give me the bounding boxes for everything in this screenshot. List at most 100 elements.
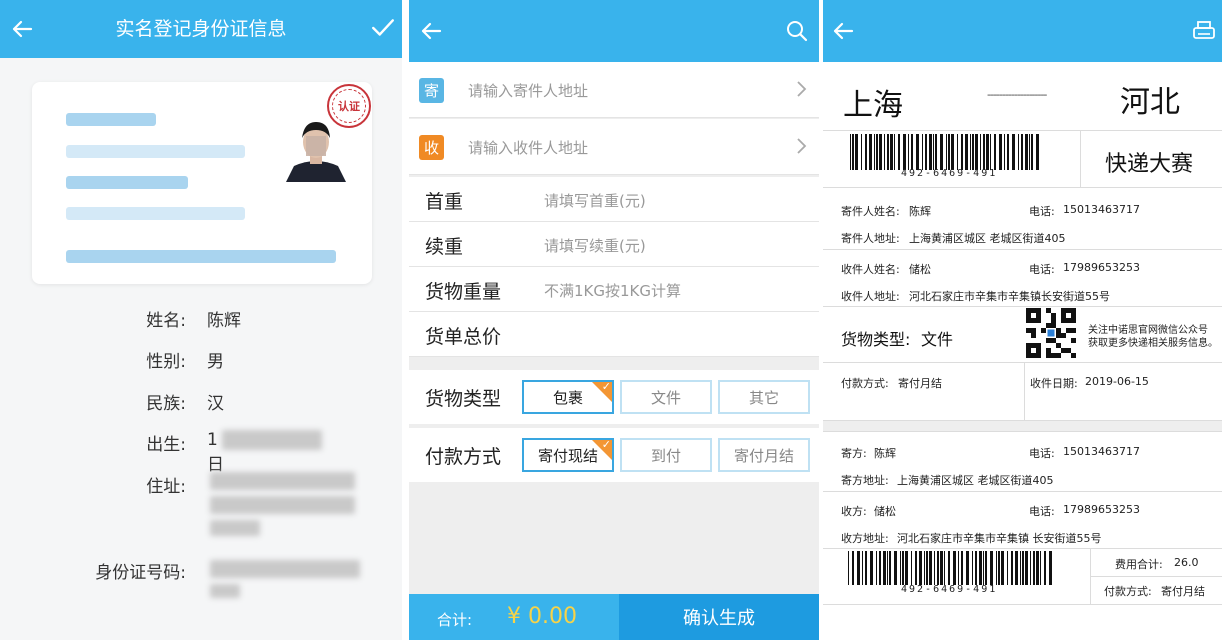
redacted-birth	[222, 430, 322, 450]
option-label: 到付	[650, 446, 681, 465]
barcode-stripe	[980, 134, 981, 170]
brand-name: 快递大赛	[1105, 152, 1194, 177]
barcode-stripe	[852, 551, 854, 585]
barcode-stripe	[890, 134, 893, 170]
barcode-stripe	[1007, 134, 1009, 170]
barcode-stripe	[934, 551, 935, 585]
barcode-stripe	[887, 551, 888, 585]
receiver-address-input[interactable]: 请输入收件人地址	[468, 137, 588, 158]
barcode-stripe	[916, 134, 919, 170]
stub-sender-phone: 15013463717	[1063, 445, 1140, 458]
field-label-address: 住址:	[146, 477, 186, 497]
payment-option-cod[interactable]: 到付	[620, 438, 712, 472]
option-label: 寄付月结	[733, 446, 794, 465]
barcode-stripe	[1033, 551, 1035, 585]
total-value: ¥ 0.00	[507, 604, 577, 629]
barcode-stripe	[865, 134, 867, 170]
first-weight-row: 首重 请填写首重(元)	[409, 177, 819, 222]
confirm-generate-button[interactable]: 确认生成	[619, 594, 819, 640]
card-line	[66, 176, 188, 189]
barcode-stripe	[911, 551, 912, 585]
barcode-stripe	[862, 551, 863, 585]
sender-name-label: 寄件人姓名:	[841, 205, 900, 218]
stub-payment: 寄付月结	[1161, 585, 1205, 598]
barcode-stripe	[894, 551, 897, 585]
barcode-stripe	[975, 134, 978, 170]
barcode-stripe	[922, 134, 923, 170]
cargo-option-document[interactable]: 文件	[620, 380, 712, 414]
route-line: --------------------	[987, 88, 1047, 101]
fee-total: 26.0	[1174, 556, 1199, 569]
search-button[interactable]	[781, 15, 813, 47]
barcode-stripe	[876, 551, 877, 585]
barcode-stripe	[865, 551, 867, 585]
option-label: 其它	[748, 388, 779, 407]
first-weight-input[interactable]: 请填写首重(元)	[544, 190, 646, 211]
payment-label: 付款方式:	[841, 377, 889, 390]
barcode-stripe	[1031, 134, 1033, 170]
cargo-type-value: 文件	[921, 330, 954, 349]
receive-date-label: 收件日期:	[1030, 377, 1078, 390]
page-title: 实名登记身份证信息	[115, 18, 287, 40]
first-weight-label: 首重	[425, 191, 464, 213]
barcode-stripe	[983, 134, 985, 170]
barcode-stripe	[985, 551, 987, 585]
card-line	[66, 113, 156, 126]
sender-address-input[interactable]: 请输入寄件人地址	[468, 80, 588, 101]
print-button[interactable]	[1189, 16, 1219, 46]
check-icon: ✓	[601, 438, 611, 451]
barcode-stripe	[1018, 134, 1019, 170]
stub-sender-label: 寄方:	[841, 447, 867, 460]
redacted-address	[210, 496, 355, 514]
payment-value: 寄付月结	[898, 377, 942, 390]
cargo-option-other[interactable]: 其它	[718, 380, 810, 414]
stub-payment-label: 付款方式:	[1104, 585, 1152, 598]
barcode	[848, 551, 1052, 585]
barcode-stripe	[855, 134, 858, 170]
tracking-number: 492-6469-491	[901, 168, 998, 179]
barcode-stripe	[1044, 551, 1046, 585]
barcode-stripe	[915, 551, 917, 585]
create-shipment-screen: 寄 请输入寄件人地址 收 请输入收件人地址 首重 请填写首重(元) 续重 请填写…	[409, 0, 819, 640]
field-value-name: 陈辉	[207, 311, 241, 331]
back-button[interactable]	[827, 15, 859, 47]
sender-phone-label: 电话:	[1029, 205, 1055, 218]
sender-badge: 寄	[419, 78, 444, 103]
barcode-stripe	[946, 134, 947, 170]
payment-option-prepaid-cash[interactable]: 寄付现结 ✓	[522, 438, 614, 472]
payment-option-monthly[interactable]: 寄付月结	[718, 438, 810, 472]
barcode-stripe	[975, 551, 977, 585]
cargo-weight-label: 货物重量	[425, 281, 502, 303]
extra-weight-row: 续重 请填写续重(元)	[409, 222, 819, 267]
receiver-address-row[interactable]: 收 请输入收件人地址	[409, 119, 819, 175]
sender-name: 陈辉	[909, 205, 931, 218]
sender-address-row[interactable]: 寄 请输入寄件人地址	[409, 62, 819, 118]
redacted-address	[210, 472, 355, 490]
back-button[interactable]	[415, 15, 447, 47]
card-line	[66, 145, 245, 158]
barcode-stripe	[1040, 551, 1041, 585]
stub-sender-address-label: 寄方地址:	[841, 474, 889, 487]
barcode-stripe	[911, 134, 913, 170]
check-icon: ✓	[601, 380, 611, 393]
barcode-stripe	[996, 551, 997, 585]
receive-date: 2019-06-15	[1085, 375, 1149, 388]
receiver-name: 储松	[909, 263, 931, 276]
barcode-stripe	[857, 551, 860, 585]
receiver-phone-label: 电话:	[1029, 263, 1055, 276]
cargo-weight-input[interactable]: 不满1KG按1KG计算	[544, 280, 681, 301]
header-bar: 实名登记身份证信息	[0, 0, 402, 58]
barcode-stripe	[879, 551, 881, 585]
barcode-stripe	[970, 134, 971, 170]
redacted-id-number	[210, 560, 360, 578]
confirm-button[interactable]	[368, 13, 398, 43]
id-card-preview: 认证	[32, 82, 372, 284]
barcode-stripe	[861, 134, 862, 170]
extra-weight-input[interactable]: 请填写续重(元)	[544, 235, 646, 256]
barcode-stripe	[1025, 134, 1028, 170]
redacted-address	[210, 520, 260, 536]
stub-receiver-label: 收方:	[841, 505, 867, 518]
barcode-stripe	[879, 134, 882, 170]
barcode-stripe	[979, 551, 982, 585]
cargo-option-parcel[interactable]: 包裹 ✓	[522, 380, 614, 414]
